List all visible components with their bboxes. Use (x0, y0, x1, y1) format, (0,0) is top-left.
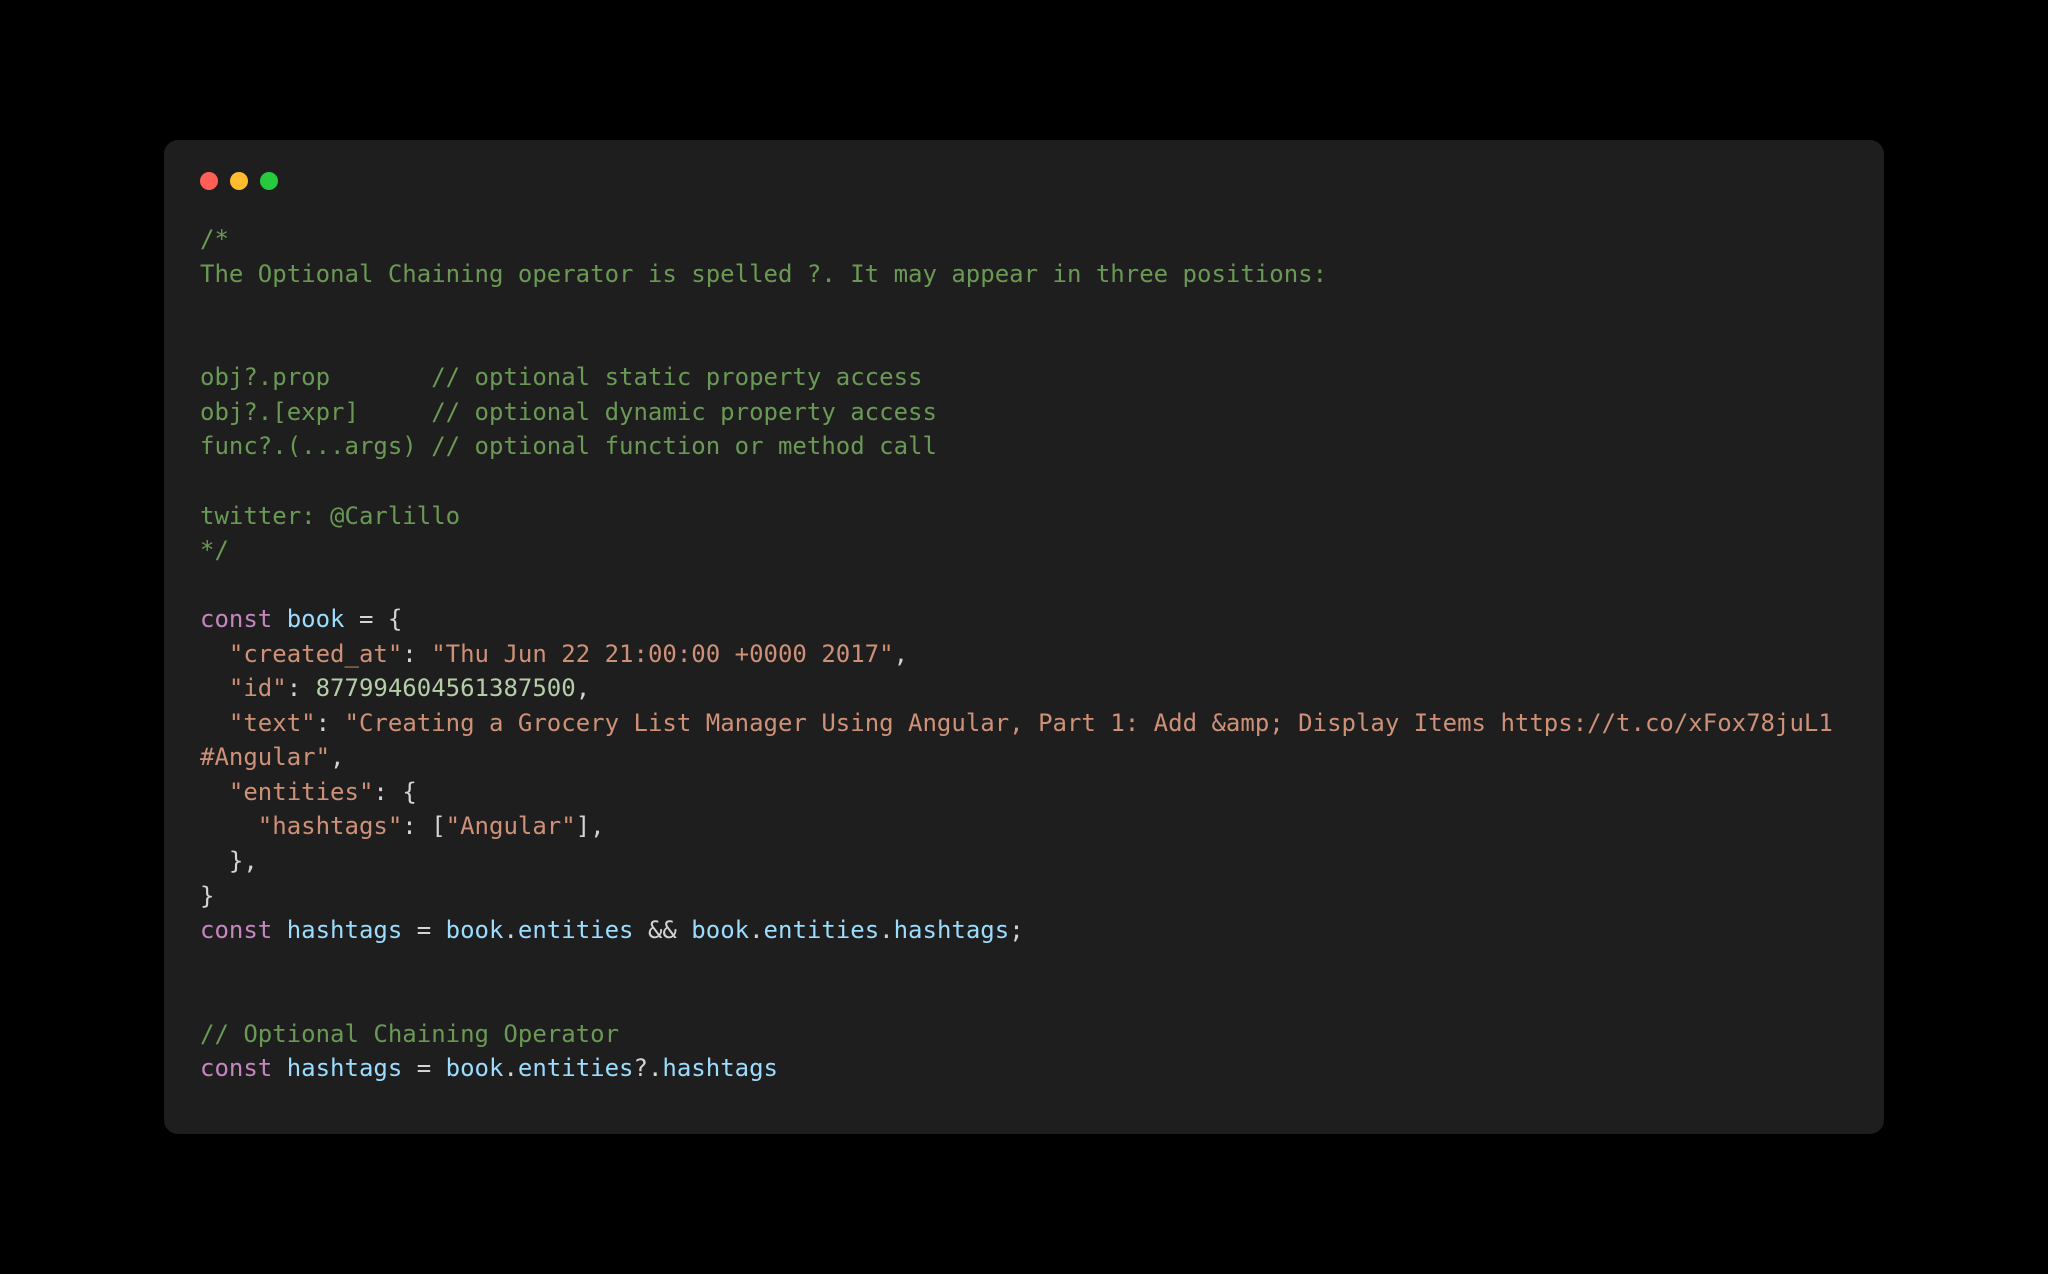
comma: , (330, 743, 344, 771)
indent (200, 640, 229, 668)
comment-line-4: func?.(...args) // optional function or … (200, 432, 937, 460)
comma: , (894, 640, 908, 668)
key-entities: "entities" (229, 778, 374, 806)
comment-close: */ (200, 536, 229, 564)
val-text: "Creating a Grocery List Manager Using A… (200, 709, 1847, 772)
prop-hashtags: hashtags (894, 916, 1010, 944)
val-hashtag: "Angular" (446, 812, 576, 840)
keyword-const: const (200, 605, 272, 633)
minimize-icon[interactable] (230, 172, 248, 190)
var-hashtags: hashtags (287, 1054, 403, 1082)
comma: , (243, 847, 257, 875)
keyword-const: const (200, 1054, 272, 1082)
obj-book: book (446, 916, 504, 944)
close-bracket: ] (576, 812, 590, 840)
dot: . (879, 916, 893, 944)
comma: , (590, 812, 604, 840)
eq: = (402, 916, 445, 944)
optional-chain: ?. (634, 1054, 663, 1082)
key-hashtags: "hashtags" (258, 812, 403, 840)
key-text: "text" (229, 709, 316, 737)
prop-entities: entities (764, 916, 880, 944)
open-bracket: [ (431, 812, 445, 840)
colon: : (316, 709, 345, 737)
indent (200, 674, 229, 702)
punc-eq-brace: = { (345, 605, 403, 633)
keyword-const: const (200, 916, 272, 944)
dot: . (503, 1054, 517, 1082)
colon: : (373, 778, 402, 806)
obj-book: book (446, 1054, 504, 1082)
dot: . (749, 916, 763, 944)
colon: : (402, 812, 431, 840)
prop-entities: entities (518, 916, 634, 944)
comment-line-2: obj?.prop // optional static property ac… (200, 363, 922, 391)
prop-hashtags: hashtags (662, 1054, 778, 1082)
key-id: "id" (229, 674, 287, 702)
prop-entities: entities (518, 1054, 634, 1082)
comment-line-5: twitter: @Carlillo (200, 502, 460, 530)
code-window: /* The Optional Chaining operator is spe… (164, 140, 1884, 1134)
indent (200, 778, 229, 806)
comma: , (576, 674, 590, 702)
var-hashtags: hashtags (287, 916, 403, 944)
colon: : (402, 640, 431, 668)
dot: . (503, 916, 517, 944)
op-and: && (634, 916, 692, 944)
key-created-at: "created_at" (229, 640, 402, 668)
obj-book: book (691, 916, 749, 944)
comment-line-3: obj?.[expr] // optional dynamic property… (200, 398, 937, 426)
indent (200, 847, 229, 875)
close-brace: } (200, 882, 214, 910)
comment-open: /* (200, 225, 229, 253)
var-book: book (287, 605, 345, 633)
semicolon: ; (1009, 916, 1023, 944)
comment-optional-chaining: // Optional Chaining Operator (200, 1020, 619, 1048)
val-created-at: "Thu Jun 22 21:00:00 +0000 2017" (431, 640, 893, 668)
close-icon[interactable] (200, 172, 218, 190)
indent (200, 709, 229, 737)
code-block: /* The Optional Chaining operator is spe… (200, 222, 1848, 1086)
val-id: 877994604561387500 (316, 674, 576, 702)
window-titlebar (200, 172, 1848, 190)
maximize-icon[interactable] (260, 172, 278, 190)
eq: = (402, 1054, 445, 1082)
comment-line-1: The Optional Chaining operator is spelle… (200, 260, 1327, 288)
colon: : (287, 674, 316, 702)
indent (200, 812, 258, 840)
open-brace: { (402, 778, 416, 806)
close-brace: } (229, 847, 243, 875)
